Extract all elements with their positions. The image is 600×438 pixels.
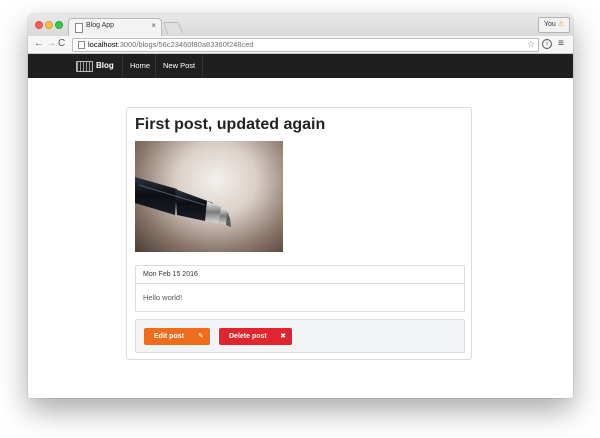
app-navbar: Blog Home New Post [28,54,573,78]
page-icon [78,41,85,49]
document-icon [75,23,83,33]
nav-new-post-link[interactable]: New Post [155,54,204,78]
url-host: localhost [88,40,118,49]
edit-post-label: Edit post [154,333,184,340]
post-title: First post, updated again [135,116,326,133]
keyboard-icon [76,61,93,72]
reload-button[interactable]: C [58,37,65,51]
browser-toolbar: ← → C localhost:3000/blogs/56c23460f80a8… [28,36,573,54]
post-details: Mon Feb 15 2016 Hello world! [135,265,465,312]
close-window-button[interactable] [35,21,43,29]
delete-post-label: Delete post [229,333,267,340]
menu-icon[interactable]: ≡ [558,38,564,50]
info-icon[interactable]: i [542,39,552,49]
post-actions: Edit post ✎ Delete post ✖ [135,319,465,353]
tab-title: Blog App [86,22,115,29]
address-bar[interactable]: localhost:3000/blogs/56c23460f80a83360f2… [72,38,539,52]
close-icon: ✖ [280,333,286,340]
brand-link[interactable]: Blog [96,59,114,73]
new-tab-button[interactable] [162,22,184,34]
warning-icon: ⚠ [557,21,564,28]
tab-strip: Blog App × You ⚠ [28,14,573,37]
post-body: Hello world! [143,293,183,302]
tab-close-icon[interactable]: × [151,21,156,30]
browser-tab[interactable]: Blog App × [68,18,162,37]
url-text[interactable]: localhost:3000/blogs/56c23460f80a83360f2… [88,40,254,50]
back-button[interactable]: ← [34,37,44,51]
nav-home-link[interactable]: Home [122,54,157,78]
forward-button[interactable]: → [46,37,56,51]
post-panel: First post, updated again Mon Feb 15 201… [126,107,472,360]
delete-post-button[interactable]: Delete post ✖ [219,328,292,345]
bookmark-star-icon[interactable]: ☆ [527,39,535,50]
post-date: Mon Feb 15 2016 [136,266,464,284]
edit-post-button[interactable]: Edit post ✎ [144,328,210,345]
edit-icon: ✎ [198,333,204,340]
profile-label: You [543,21,556,28]
profile-button[interactable]: You ⚠ [537,17,570,33]
minimize-window-button[interactable] [45,21,53,29]
pen-illustration [135,177,231,227]
zoom-window-button[interactable] [55,21,63,29]
post-image [135,141,283,252]
browser-window: Blog App × You ⚠ ← → C localhost:3000/bl… [28,14,573,398]
url-path: :3000/blogs/56c23460f80a83360f248ced [117,40,254,49]
